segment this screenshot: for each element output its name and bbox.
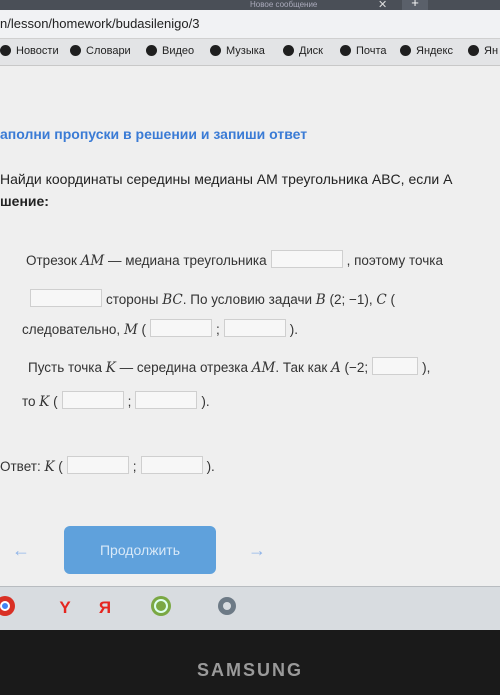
bookmark-label: Видео (162, 45, 195, 57)
m-y-input[interactable] (223, 319, 286, 337)
screen: Новое сообщение ✕ + n/lesson/homework/bu… (0, 0, 500, 630)
text: — середина отрезка (115, 360, 252, 375)
text: (2; −1), (325, 292, 377, 307)
math-var: C (376, 292, 387, 308)
settings-icon[interactable] (214, 595, 240, 621)
text: ( (49, 394, 58, 409)
text: ( (137, 322, 147, 337)
bookmark-label: Почта (356, 45, 387, 57)
text: ). (206, 459, 215, 474)
math-var: AM (80, 253, 105, 269)
bookmark-icon (340, 45, 351, 56)
a-y-input[interactable] (372, 357, 419, 375)
solution-label: шение: (0, 193, 49, 209)
yandex-ya-icon[interactable]: Я (92, 595, 118, 621)
browser-tab-strip: Новое сообщение ✕ + (0, 0, 500, 11)
bookmark-music[interactable]: Музыка (210, 45, 265, 57)
answer-y-input[interactable] (140, 456, 203, 474)
bookmark-label: Новости (16, 45, 59, 57)
bookmark-icon (210, 45, 221, 56)
answer-line: Ответ: K (;). (0, 456, 215, 475)
math-var: K (105, 360, 116, 376)
text: ; (127, 394, 132, 409)
text: стороны (106, 292, 163, 307)
bookmark-disk[interactable]: Диск (283, 45, 323, 57)
text: ). (289, 322, 299, 337)
math-var: K (39, 394, 50, 410)
yandex-y-icon[interactable]: Y (52, 595, 78, 621)
tab-title[interactable]: Новое сообщение (250, 0, 317, 9)
point-role-input[interactable] (30, 289, 102, 307)
solution-line-5: то K (;). (22, 391, 210, 410)
answer-label: Ответ: (0, 459, 45, 474)
solution-line-2: стороны BC. По условию задачи B (2; −1),… (26, 289, 395, 308)
text: ( (386, 292, 395, 307)
bookmark-label: Яндекс (416, 45, 453, 57)
bookmark-label: Музыка (226, 45, 265, 57)
text: . По условию задачи (182, 292, 316, 307)
address-bar[interactable]: n/lesson/homework/budasilenigo/3 (0, 10, 500, 39)
text: . Так как (275, 360, 332, 375)
text: ), (422, 360, 431, 375)
text: ; (132, 459, 137, 474)
bookmark-label: Словари (86, 45, 131, 57)
bookmark-icon (0, 45, 11, 56)
chrome-icon[interactable] (0, 595, 18, 621)
page-title: аполни пропуски в решении и запиши ответ (0, 126, 308, 142)
task-text: Найди координаты середины медианы AM тре… (0, 171, 453, 187)
triangle-input[interactable] (270, 250, 343, 268)
url-text[interactable]: n/lesson/homework/budasilenigo/3 (0, 16, 199, 31)
next-arrow-icon[interactable]: → (248, 540, 266, 561)
bookmark-yandex[interactable]: Яндекс (400, 45, 453, 57)
globe-icon[interactable] (148, 595, 174, 621)
math-var: B (315, 292, 326, 308)
bookmark-label: Ян (484, 45, 499, 57)
text: ; (216, 322, 220, 337)
bookmark-label: Диск (299, 45, 323, 57)
math-var: K (44, 459, 55, 475)
new-tab-button[interactable]: + (402, 0, 428, 10)
bookmark-icon (70, 45, 81, 56)
m-x-input[interactable] (150, 319, 213, 337)
text: ). (201, 394, 210, 409)
math-var: BC (162, 292, 183, 308)
math-var: A (331, 360, 341, 376)
bookmark-yan[interactable]: Ян (468, 45, 498, 57)
bookmark-icon (146, 45, 157, 56)
text: Пусть точка (28, 360, 106, 375)
bookmark-icon (468, 45, 479, 56)
bookmarks-bar: Новости Словари Видео Музыка Диск Почта … (0, 39, 500, 66)
math-var: AM (251, 360, 276, 376)
bookmark-video[interactable]: Видео (146, 45, 194, 57)
bookmark-dictionaries[interactable]: Словари (70, 45, 131, 57)
lesson-content: аполни пропуски в решении и запиши ответ… (0, 66, 500, 586)
text: (−2; (340, 360, 369, 375)
text: , поэтому точка (346, 253, 443, 268)
bookmark-icon (283, 45, 294, 56)
k-y-input[interactable] (135, 391, 198, 409)
bookmark-icon (400, 45, 411, 56)
text: Отрезок (26, 253, 81, 268)
bookmark-news[interactable]: Новости (0, 45, 59, 57)
device-brand-logo: SAMSUNG (196, 660, 303, 680)
bookmark-mail[interactable]: Почта (340, 45, 387, 57)
solution-line-3: следовательно, M (;). (22, 319, 298, 338)
prev-arrow-icon[interactable]: ← (12, 540, 30, 561)
answer-x-input[interactable] (66, 456, 129, 474)
solution-line-4: Пусть точка K — середина отрезка AM. Так… (28, 357, 430, 376)
taskbar: Y Я (0, 586, 500, 630)
text: ( (54, 459, 63, 474)
solution-line-1: Отрезок AM — медиана треугольника , поэто… (26, 250, 443, 269)
text: следовательно, (22, 322, 124, 337)
text: то (22, 394, 40, 409)
k-x-input[interactable] (61, 391, 124, 409)
math-var: M (123, 322, 138, 338)
text: — медиана треугольника (104, 253, 267, 268)
continue-button[interactable]: Продолжить (64, 526, 216, 574)
